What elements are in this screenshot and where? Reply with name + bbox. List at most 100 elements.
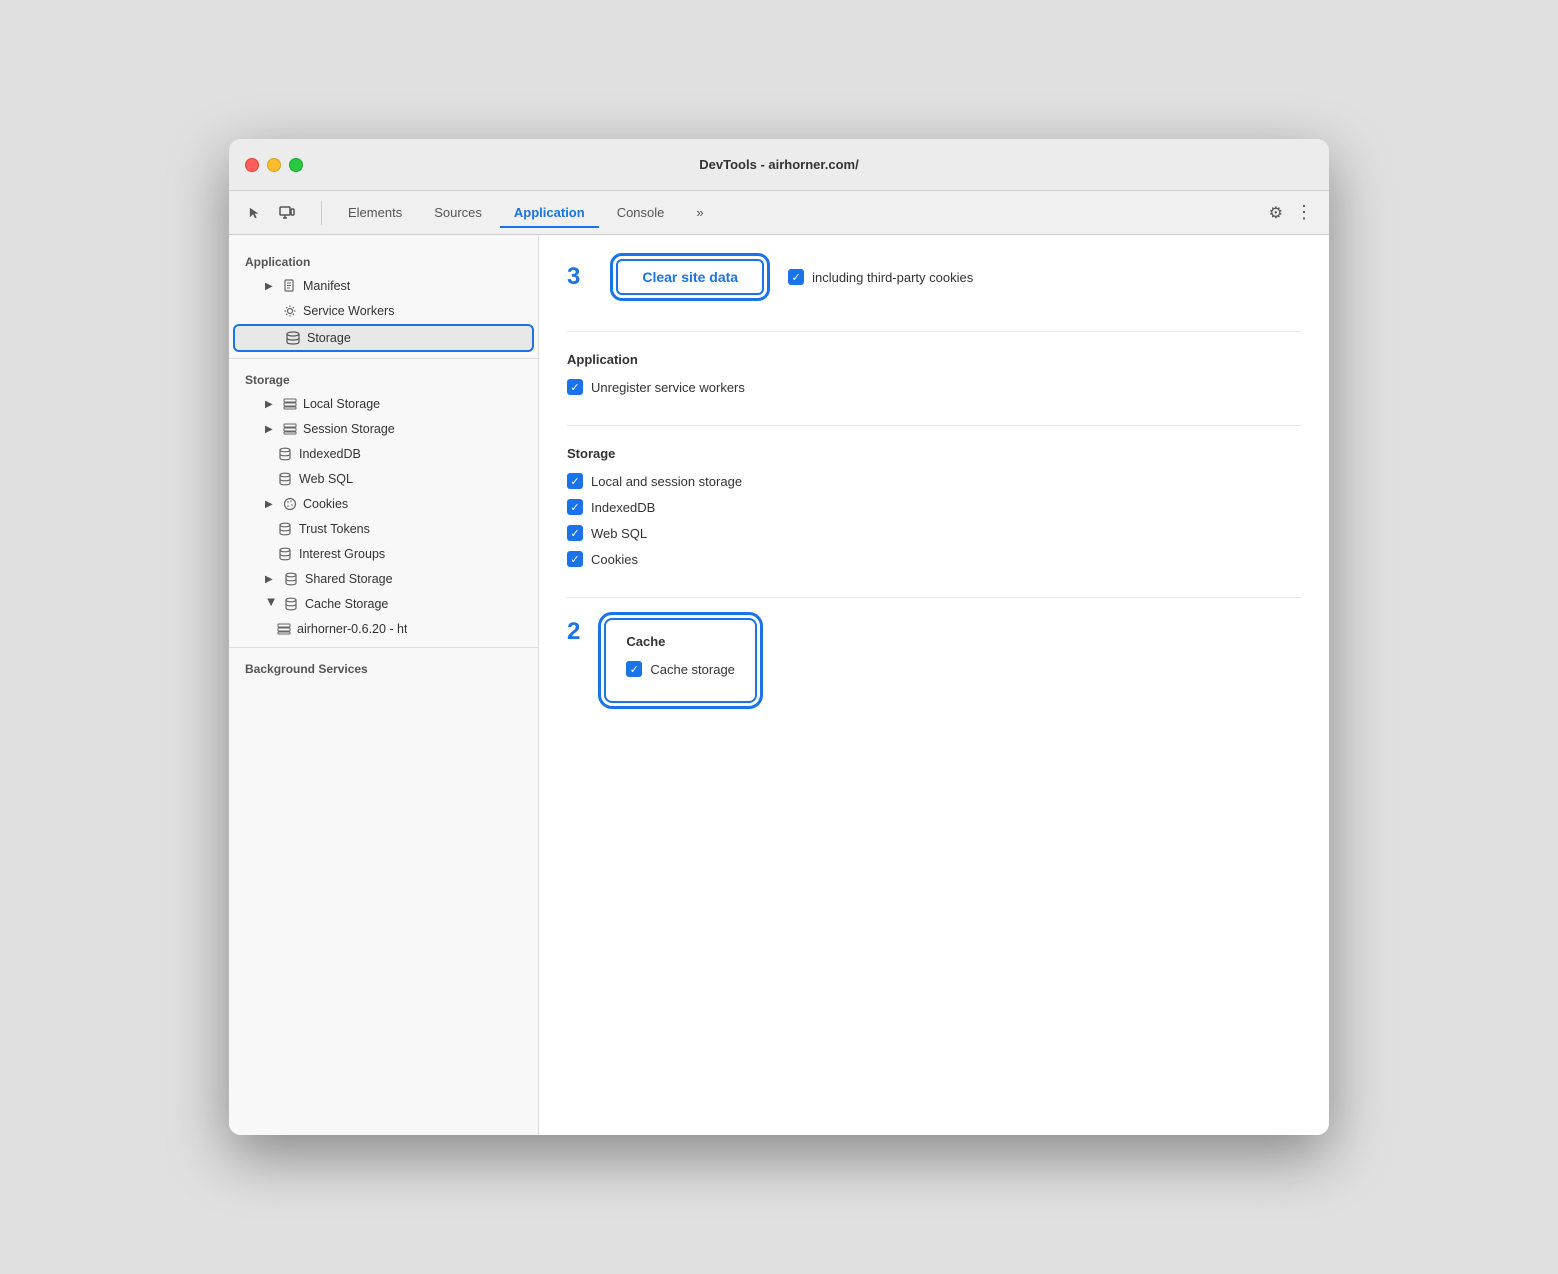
tab-console[interactable]: Console: [603, 197, 679, 228]
settings-icon[interactable]: ⚙: [1265, 199, 1287, 227]
websql-icon: [277, 472, 293, 486]
local-storage-label: Local Storage: [303, 397, 380, 411]
ls-arrow: ▶: [265, 399, 277, 410]
session-storage-label: Session Storage: [303, 422, 395, 436]
cache-entry-icon: [277, 623, 291, 635]
indexeddb-label: IndexedDB: [299, 447, 361, 461]
cookies-arrow: ▶: [265, 499, 277, 510]
cache-storage-checkbox[interactable]: ✓: [626, 661, 642, 677]
cache-entry-label: airhorner-0.6.20 - ht: [297, 622, 407, 636]
sidebar-item-manifest[interactable]: ▶ Manifest: [233, 274, 534, 298]
sidebar-item-shared-storage[interactable]: ▶ Shared Storage: [233, 567, 534, 591]
sidebar-item-cookies[interactable]: ▶ Cookies: [233, 492, 534, 516]
sidebar-divider-1: [229, 358, 538, 359]
title-bar: DevTools - airhorner.com/: [229, 139, 1329, 191]
maximize-button[interactable]: [289, 158, 303, 172]
cache-storage-row: ✓ Cache storage: [626, 661, 735, 677]
app-options-section: Application ✓ Unregister service workers: [567, 352, 1301, 426]
local-session-checkbox[interactable]: ✓: [567, 473, 583, 489]
cache-arrow: ▶: [266, 598, 277, 610]
sidebar-item-interest-groups[interactable]: Interest Groups: [233, 542, 534, 566]
bg-services-label: Background Services: [229, 654, 538, 680]
clear-site-row: 3 Clear site data ✓ including third-part…: [567, 259, 1301, 295]
right-panel: 3 Clear site data ✓ including third-part…: [539, 235, 1329, 1135]
cache-storage-label: Cache Storage: [305, 597, 388, 611]
cookies-option-row: ✓ Cookies: [567, 551, 1301, 567]
arrow-icon: ▶: [265, 281, 277, 292]
interest-groups-icon: [277, 547, 293, 561]
cookies-checkbox[interactable]: ✓: [567, 551, 583, 567]
sidebar-item-storage[interactable]: 1 Storage: [233, 324, 534, 352]
shared-storage-label: Shared Storage: [305, 572, 393, 586]
toolbar-icons: [241, 199, 301, 227]
app-section-label: Application: [229, 247, 538, 273]
storage-options-section: Storage ✓ Local and session storage ✓ In…: [567, 446, 1301, 598]
local-session-label: Local and session storage: [591, 474, 742, 489]
window-title: DevTools - airhorner.com/: [699, 157, 858, 172]
cache-section: 2 Cache ✓ Cache storage: [567, 618, 1301, 723]
session-storage-icon: [283, 423, 297, 435]
tab-divider: [321, 201, 322, 225]
indexeddb-icon: [277, 447, 293, 461]
third-party-row: ✓ including third-party cookies: [788, 269, 973, 285]
cookie-icon: [283, 497, 297, 511]
third-party-checkbox[interactable]: ✓: [788, 269, 804, 285]
minimize-button[interactable]: [267, 158, 281, 172]
gear-icon: [283, 304, 297, 318]
shared-storage-icon: [283, 572, 299, 586]
sidebar-item-indexeddb[interactable]: IndexedDB: [233, 442, 534, 466]
sidebar-item-session-storage[interactable]: ▶ Session Storage: [233, 417, 534, 441]
local-session-row: ✓ Local and session storage: [567, 473, 1301, 489]
indexeddb-option-label: IndexedDB: [591, 500, 655, 515]
local-storage-icon: [283, 398, 297, 410]
indexeddb-row: ✓ IndexedDB: [567, 499, 1301, 515]
interest-groups-label: Interest Groups: [299, 547, 385, 561]
manifest-icon: [283, 279, 297, 293]
devtools-window: DevTools - airhorner.com/ Elements: [229, 139, 1329, 1135]
service-workers-label: Service Workers: [303, 304, 394, 318]
cookies-option-label: Cookies: [591, 552, 638, 567]
tab-more[interactable]: »: [682, 197, 717, 228]
sidebar-item-trust-tokens[interactable]: Trust Tokens: [233, 517, 534, 541]
third-party-label: including third-party cookies: [812, 270, 973, 285]
clear-site-section: 3 Clear site data ✓ including third-part…: [567, 259, 1301, 332]
tab-bar: Elements Sources Application Console » ⚙…: [229, 191, 1329, 235]
more-options-icon[interactable]: ⋮: [1291, 198, 1317, 227]
websql-label: Web SQL: [299, 472, 353, 486]
trust-tokens-icon: [277, 522, 293, 536]
sidebar-item-local-storage[interactable]: ▶ Local Storage: [233, 392, 534, 416]
tab-application[interactable]: Application: [500, 197, 599, 228]
cache-storage-option-label: Cache storage: [650, 662, 735, 677]
storage-selected-label: Storage: [307, 331, 351, 345]
traffic-lights: [245, 158, 303, 172]
manifest-label: Manifest: [303, 279, 350, 293]
device-icon[interactable]: [273, 199, 301, 227]
unregister-sw-label: Unregister service workers: [591, 380, 745, 395]
sidebar-item-cache-storage[interactable]: ▶ Cache Storage: [233, 592, 534, 616]
storage-icon: [285, 331, 301, 345]
close-button[interactable]: [245, 158, 259, 172]
cache-box: Cache ✓ Cache storage: [604, 618, 757, 703]
websql-checkbox[interactable]: ✓: [567, 525, 583, 541]
tab-elements[interactable]: Elements: [334, 197, 416, 228]
clear-site-button[interactable]: Clear site data: [616, 259, 764, 295]
cursor-icon[interactable]: [241, 199, 269, 227]
websql-row: ✓ Web SQL: [567, 525, 1301, 541]
storage-options-title: Storage: [567, 446, 1301, 461]
trust-tokens-label: Trust Tokens: [299, 522, 370, 536]
badge-3: 3: [567, 263, 580, 291]
sidebar-item-cache-entry[interactable]: airhorner-0.6.20 - ht: [233, 617, 534, 641]
unregister-sw-row: ✓ Unregister service workers: [567, 379, 1301, 395]
indexeddb-checkbox[interactable]: ✓: [567, 499, 583, 515]
tab-sources[interactable]: Sources: [420, 197, 496, 228]
ss-arrow: ▶: [265, 424, 277, 435]
sidebar: Application ▶ Manifest Service Workers: [229, 235, 539, 1135]
sidebar-item-websql[interactable]: Web SQL: [233, 467, 534, 491]
sidebar-item-service-workers[interactable]: Service Workers: [233, 299, 534, 323]
cache-section-title: Cache: [626, 634, 735, 649]
shared-arrow: ▶: [265, 574, 277, 585]
main-content: Application ▶ Manifest Service Workers: [229, 235, 1329, 1135]
badge-2: 2: [567, 618, 580, 646]
cookies-label: Cookies: [303, 497, 348, 511]
unregister-sw-checkbox[interactable]: ✓: [567, 379, 583, 395]
